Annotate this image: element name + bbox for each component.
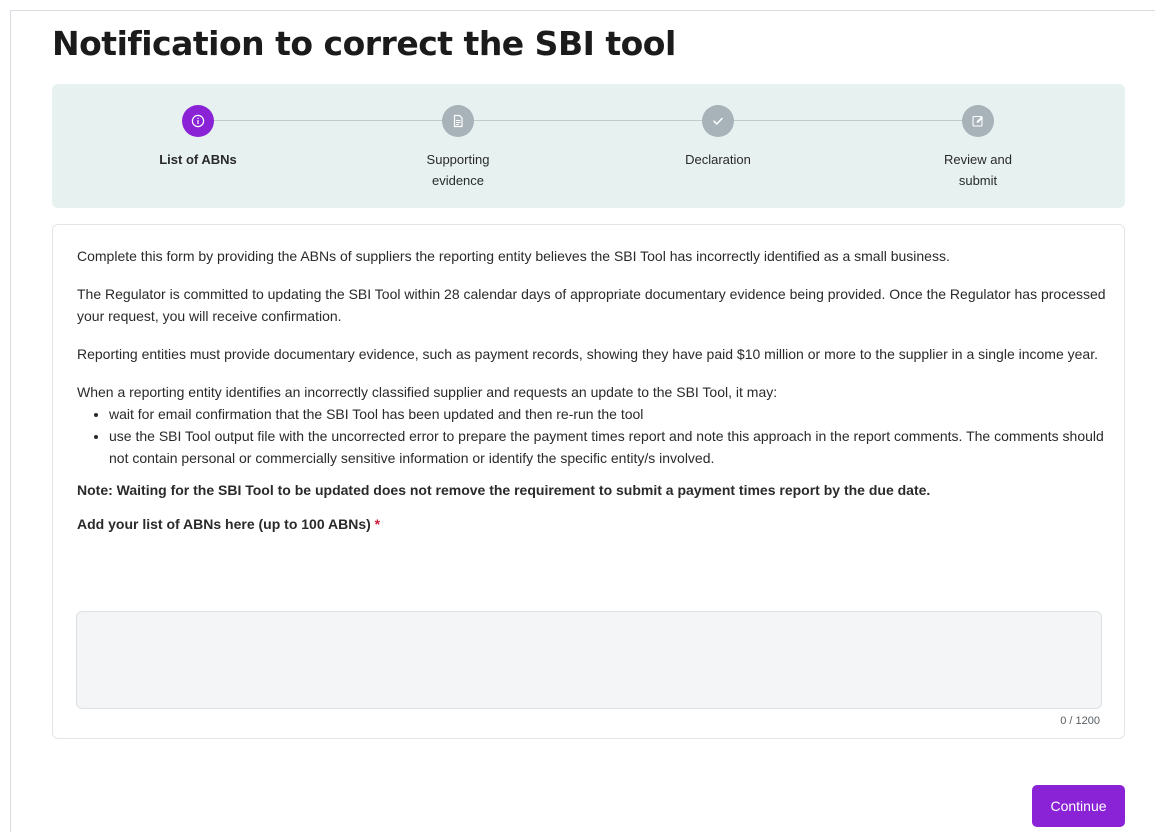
abn-list-input[interactable]	[76, 611, 1102, 709]
options-list: wait for email confirmation that the SBI…	[77, 403, 1107, 469]
page-title: Notification to correct the SBI tool	[52, 24, 676, 63]
edit-icon	[972, 115, 983, 127]
info-icon	[191, 114, 205, 128]
list-item: wait for email confirmation that the SBI…	[109, 403, 1107, 425]
commitment-text: The Regulator is committed to updating t…	[77, 286, 1106, 324]
due-date-note: Note: Waiting for the SBI Tool to be upd…	[77, 482, 931, 498]
step-4-circle	[962, 105, 994, 137]
step-2-circle	[442, 105, 474, 137]
evidence-text: Reporting entities must provide document…	[77, 346, 1098, 362]
step-4-label: Review and submit	[944, 152, 1012, 188]
step-review-and-submit: Review and submit	[878, 105, 1078, 191]
step-1-circle	[182, 105, 214, 137]
intro-text: Complete this form by providing the ABNs…	[77, 248, 950, 264]
required-marker: *	[374, 516, 381, 532]
char-counter: 0 / 1200	[1060, 715, 1100, 727]
check-icon	[713, 117, 723, 125]
step-supporting-evidence: Supporting evidence	[358, 105, 558, 191]
progress-stepper: List of ABNs Supporting evidence Declara…	[52, 84, 1125, 208]
list-item: use the SBI Tool output file with the un…	[109, 425, 1107, 469]
abn-field-label: Add your list of ABNs here (up to 100 AB…	[77, 513, 1107, 535]
stepper-connector	[198, 120, 978, 121]
step-1-label: List of ABNs	[159, 152, 237, 167]
form-card: Complete this form by providing the ABNs…	[52, 224, 1125, 739]
document-icon	[453, 114, 463, 128]
step-list-of-abns: List of ABNs	[98, 105, 298, 170]
step-2-label: Supporting evidence	[426, 152, 490, 188]
step-3-label: Declaration	[685, 152, 751, 167]
options-intro-text: When a reporting entity identifies an in…	[77, 384, 778, 400]
step-3-circle	[702, 105, 734, 137]
instructions: Complete this form by providing the ABNs…	[77, 245, 1107, 535]
continue-button[interactable]: Continue	[1032, 785, 1125, 827]
abn-field-label-text: Add your list of ABNs here (up to 100 AB…	[77, 516, 371, 532]
step-declaration: Declaration	[618, 105, 818, 170]
